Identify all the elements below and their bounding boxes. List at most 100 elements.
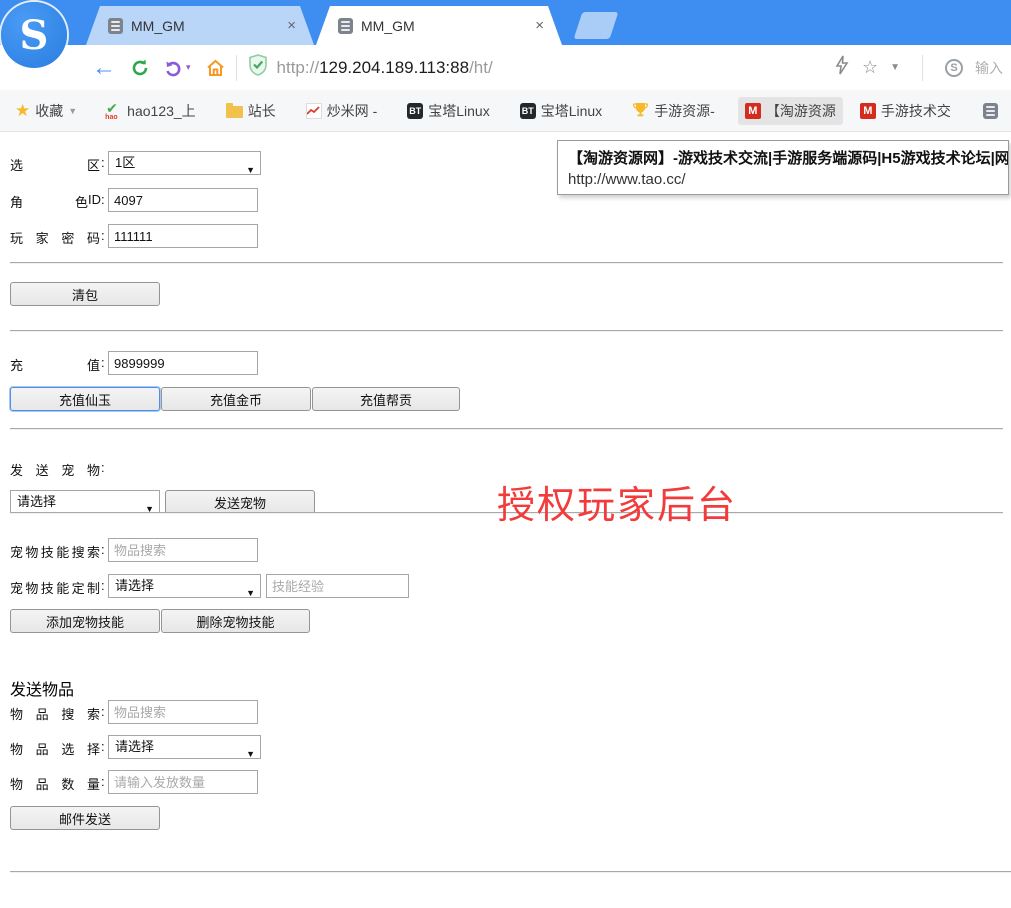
- tab-bar: MM_GM × MM_GM ×: [0, 0, 1011, 45]
- item-select[interactable]: 请选择 ▼: [108, 735, 261, 759]
- address-bar[interactable]: http://129.204.189.113:88/ht/: [277, 58, 493, 78]
- pet-select[interactable]: 请选择 ▼: [10, 490, 160, 514]
- bookmark-label: 手游资源-: [654, 101, 715, 121]
- sogou-browser-logo[interactable]: S: [1, 2, 67, 68]
- label-separator: :: [101, 774, 105, 789]
- pet-skill-search-input[interactable]: [108, 538, 258, 562]
- bookmark-shouyou-jishu[interactable]: M 手游技术交: [853, 97, 958, 125]
- zone-select[interactable]: 1区 ▼: [108, 151, 261, 175]
- accelerate-lightning-icon[interactable]: [834, 55, 850, 80]
- bookmark-hao123[interactable]: ✔hao hao123_上: [98, 97, 203, 125]
- bookmark-label: 宝塔Linux: [541, 101, 602, 121]
- item-select-value: 请选择: [115, 739, 154, 754]
- bookmark-baota-2[interactable]: BT 宝塔Linux: [513, 97, 609, 125]
- recharge-banggong-button[interactable]: 充值帮贡: [312, 387, 460, 411]
- bookmark-zhanzhang[interactable]: 站长: [219, 97, 283, 125]
- bookmark-label: 【淘游资源: [766, 101, 836, 121]
- pet-select-value: 请选择: [17, 494, 56, 509]
- tooltip-title: 【淘游资源网】-游戏技术交流|手游服务端源码|H5游戏技术论坛|网: [568, 147, 998, 168]
- bookmark-taoyou-ziyuan[interactable]: M 【淘游资源: [738, 97, 843, 125]
- page-favicon-icon: [338, 18, 353, 34]
- label-separator: :: [101, 460, 105, 475]
- player-password-input[interactable]: [108, 224, 258, 248]
- undo-dropdown-icon[interactable]: ▾: [186, 62, 191, 73]
- bookmark-shouyou-ziyuan[interactable]: 手游资源-: [625, 97, 722, 125]
- tab-close-icon[interactable]: ×: [535, 17, 544, 34]
- zone-label: 选区: [10, 155, 100, 174]
- mail-send-button[interactable]: 邮件发送: [10, 806, 160, 830]
- label-separator: ID:: [88, 192, 105, 207]
- recharge-amount-input[interactable]: [108, 351, 258, 375]
- m-site-icon: M: [745, 103, 761, 119]
- item-search-input[interactable]: [108, 700, 258, 724]
- label-separator: :: [101, 228, 105, 243]
- browser-tab-active[interactable]: MM_GM ×: [316, 6, 562, 45]
- trophy-icon: [632, 101, 649, 120]
- bookmarks-root[interactable]: ★ 收藏 ▼: [8, 97, 84, 125]
- tab-close-icon[interactable]: ×: [287, 17, 296, 34]
- tab-title: MM_GM: [131, 18, 287, 34]
- folder-icon: [226, 106, 243, 118]
- favorite-star-icon[interactable]: ☆: [862, 57, 878, 78]
- chevron-down-icon: ▼: [246, 743, 255, 765]
- label-separator: :: [101, 355, 105, 370]
- clear-bag-button[interactable]: 清包: [10, 282, 160, 306]
- browser-toolbar: ← ▾ http://129.204.189.113:88/ht/ ☆ ▼ S …: [0, 45, 1011, 90]
- bookmark-tooltip: 【淘游资源网】-游戏技术交流|手游服务端源码|H5游戏技术论坛|网 http:/…: [557, 140, 1009, 195]
- divider: [10, 871, 1011, 873]
- chevron-down-icon: ▼: [246, 159, 255, 181]
- back-button[interactable]: ←: [92, 56, 116, 80]
- quick-input-label: 输入: [975, 58, 1003, 78]
- new-tab-button[interactable]: [574, 12, 619, 39]
- bookmark-ningmeng[interactable]: 【柠: [976, 97, 1011, 125]
- send-pet-button[interactable]: 发送宠物: [165, 490, 315, 514]
- label-separator: :: [101, 542, 105, 557]
- browser-tab-inactive[interactable]: MM_GM ×: [86, 6, 314, 45]
- document-icon: [983, 103, 998, 119]
- player-password-label: 玩家密码: [10, 228, 100, 247]
- bookmark-label: 手游技术交: [881, 101, 951, 121]
- bookmark-label: 炒米网 -: [327, 101, 378, 121]
- label-separator: :: [101, 739, 105, 754]
- item-select-label: 物品选择: [10, 739, 100, 758]
- bookmark-label: 【柠: [1003, 101, 1011, 121]
- recharge-gold-button[interactable]: 充值金币: [161, 387, 311, 411]
- bookmark-baota-1[interactable]: BT 宝塔Linux: [400, 97, 496, 125]
- bookmarks-bar: ★ 收藏 ▼ ✔hao hao123_上 站长 炒米网 - BT 宝塔Linux…: [0, 90, 1011, 132]
- role-id-input[interactable]: [108, 188, 258, 212]
- pet-skill-select-value: 请选择: [115, 578, 154, 593]
- pet-skill-custom-label: 宠物技能定制: [10, 578, 100, 597]
- pet-skill-exp-input[interactable]: [266, 574, 409, 598]
- label-separator: :: [101, 155, 105, 170]
- item-quantity-input[interactable]: [108, 770, 258, 794]
- bookmark-chaomi[interactable]: 炒米网 -: [299, 97, 385, 125]
- refresh-button[interactable]: [130, 58, 150, 78]
- add-pet-skill-button[interactable]: 添加宠物技能: [10, 609, 160, 633]
- pet-skill-select[interactable]: 请选择 ▼: [108, 574, 261, 598]
- send-pet-label: 发送宠物: [10, 460, 100, 479]
- bookmark-label: 站长: [248, 101, 276, 121]
- recharge-label: 充值: [10, 355, 100, 374]
- toolbar-divider: [236, 55, 237, 81]
- star-dropdown-icon[interactable]: ▼: [890, 62, 900, 73]
- tooltip-url: http://www.tao.cc/: [568, 171, 998, 188]
- toolbar-divider: [922, 55, 923, 81]
- sogou-input-icon[interactable]: S: [945, 59, 963, 77]
- delete-pet-skill-button[interactable]: 删除宠物技能: [161, 609, 310, 633]
- divider: [10, 330, 1003, 332]
- divider: [10, 262, 1003, 264]
- role-id-label: 角色: [10, 192, 88, 211]
- chevron-down-icon: ▼: [246, 582, 255, 604]
- site-safety-shield-icon[interactable]: [247, 53, 269, 82]
- page-favicon-icon: [108, 18, 123, 34]
- url-path: /ht/: [469, 58, 493, 77]
- item-quantity-label: 物品数量: [10, 774, 100, 793]
- recharge-xianyu-button[interactable]: 充值仙玉: [10, 387, 160, 411]
- undo-button[interactable]: ▾: [164, 58, 191, 78]
- m-site-icon: M: [860, 103, 876, 119]
- item-search-label: 物品搜索: [10, 704, 100, 723]
- bookmark-label: 收藏: [35, 101, 63, 121]
- home-button[interactable]: [205, 58, 226, 78]
- bt-panel-icon: BT: [520, 103, 536, 119]
- hao123-icon: ✔hao: [105, 103, 122, 119]
